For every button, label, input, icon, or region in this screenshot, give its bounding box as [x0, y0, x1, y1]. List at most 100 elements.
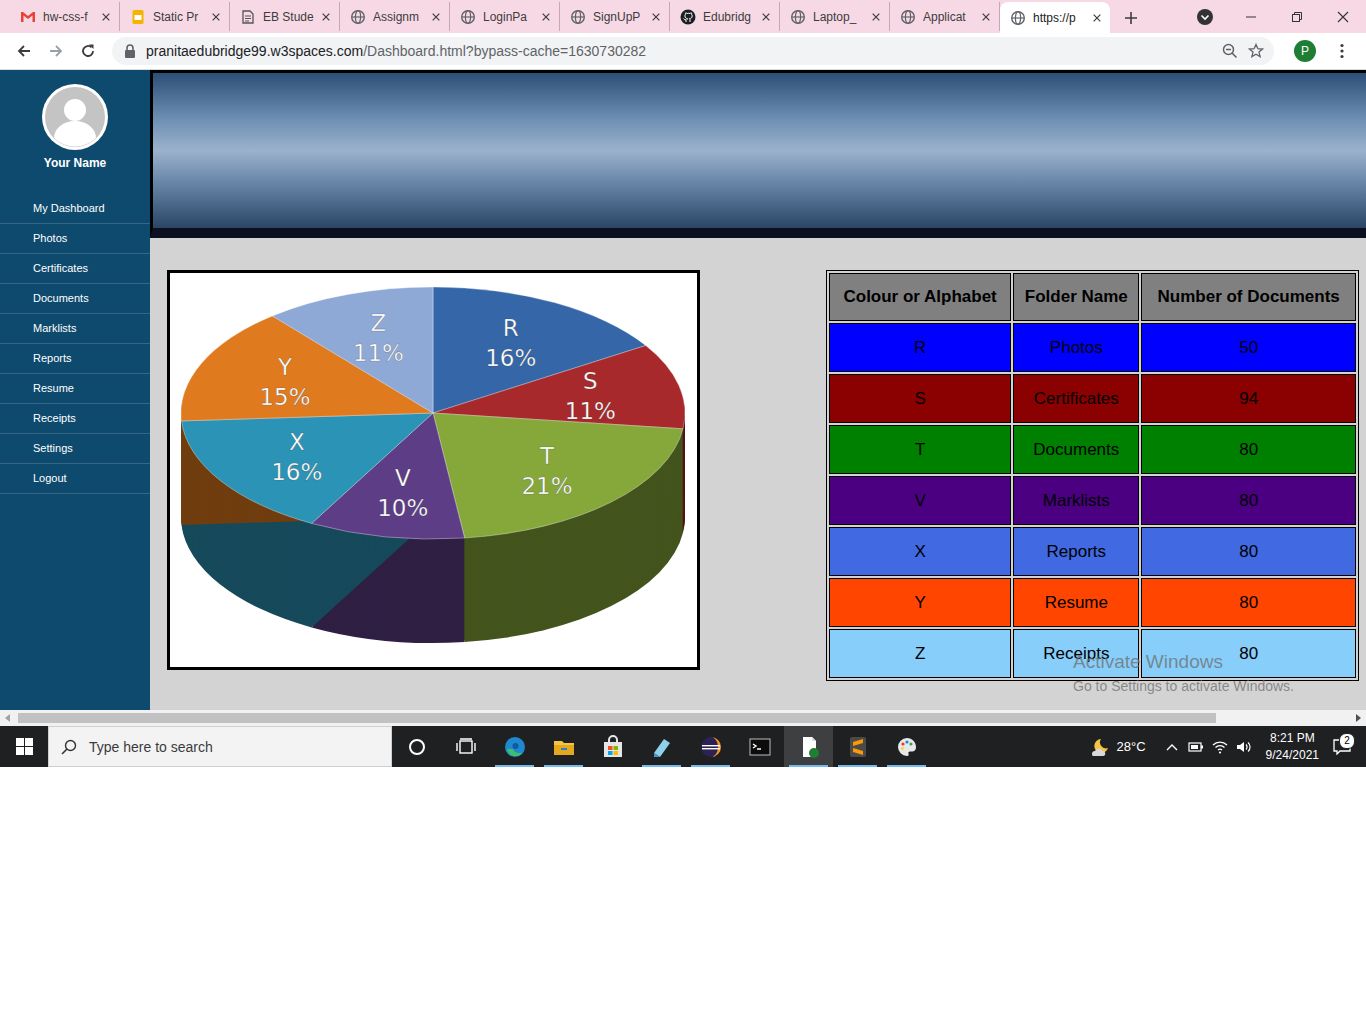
network-button[interactable]: [1208, 740, 1232, 754]
notes-icon: [650, 735, 674, 759]
taskbar-app[interactable]: [490, 726, 539, 767]
url-host: pranitaedubridge99.w3spaces.com: [146, 43, 363, 59]
browser-tab[interactable]: LoginPa: [450, 2, 560, 31]
watermark-subtitle: Go to Settings to activate Windows.: [1073, 678, 1294, 694]
taskbar-app[interactable]: [539, 726, 588, 767]
pie-chart-drawing: R16%S11%T21%V10%X16%Y15%Z11%: [170, 273, 697, 667]
taskbar-app[interactable]: [588, 726, 637, 767]
taskbar-app[interactable]: [882, 726, 931, 767]
table-cell: T: [829, 425, 1011, 474]
star-icon[interactable]: [1248, 43, 1264, 59]
tab-label: EB Stude: [263, 10, 314, 24]
close-icon[interactable]: [321, 12, 331, 22]
browser-tab[interactable]: hw-css-f: [10, 2, 120, 31]
tab-strip: hw-css-f Static Pr EB Stude AssignmLoginPaS…: [0, 0, 1366, 33]
sidebar-item[interactable]: Photos: [0, 224, 150, 254]
table-cell: Reports: [1013, 527, 1139, 576]
browser-tab[interactable]: Edubridg: [670, 2, 780, 31]
sidebar-item[interactable]: Logout: [0, 464, 150, 494]
browser-tab[interactable]: SignUpP: [560, 2, 670, 31]
table-cell: 80: [1141, 527, 1356, 576]
browser-tab[interactable]: https://p: [1000, 2, 1110, 33]
slice-percent: 10%: [377, 495, 428, 521]
sidebar-item[interactable]: Documents: [0, 284, 150, 314]
sidebar-item[interactable]: Resume: [0, 374, 150, 404]
sidebar-item[interactable]: Reports: [0, 344, 150, 374]
sidebar-item[interactable]: My Dashboard: [0, 194, 150, 224]
table-cell: 50: [1141, 323, 1356, 372]
close-icon[interactable]: [761, 12, 771, 22]
cortana-icon: [408, 738, 426, 756]
profile-button[interactable]: P: [1294, 40, 1316, 62]
start-button[interactable]: [0, 726, 48, 767]
taskbar-app[interactable]: [686, 726, 735, 767]
volume-button[interactable]: [1232, 740, 1256, 754]
battery-button[interactable]: [1184, 741, 1208, 753]
sidebar: Your Name My DashboardPhotosCertificatesD…: [0, 70, 150, 710]
cortana-button[interactable]: [392, 726, 441, 767]
menu-button[interactable]: [1326, 35, 1358, 67]
clock[interactable]: 8:21 PM9/24/2021: [1260, 730, 1325, 764]
lock-icon: [124, 44, 136, 58]
back-button[interactable]: [8, 35, 40, 67]
close-icon[interactable]: [211, 12, 221, 22]
taskbar-search[interactable]: Type here to search: [48, 726, 392, 767]
close-icon[interactable]: [541, 12, 551, 22]
table-row: TDocuments80: [829, 425, 1356, 474]
weather-widget[interactable]: 28°C: [1089, 737, 1146, 757]
minimize-icon: [1245, 11, 1257, 23]
url-field[interactable]: pranitaedubridge99.w3spaces.com/Dashboar…: [112, 37, 1274, 65]
taskbar-app[interactable]: [784, 726, 833, 767]
browser-tab[interactable]: EB Stude: [230, 2, 340, 31]
minimize-button[interactable]: [1228, 0, 1274, 33]
tab-label: https://p: [1033, 11, 1085, 25]
task-view-button[interactable]: [441, 726, 490, 767]
table-row: YResume80: [829, 578, 1356, 627]
forward-button[interactable]: [40, 35, 72, 67]
close-icon[interactable]: [651, 12, 661, 22]
tab-label: hw-css-f: [43, 10, 94, 24]
taskbar-app[interactable]: [833, 726, 882, 767]
taskbar-app[interactable]: [637, 726, 686, 767]
activation-watermark: Activate WindowsGo to Settings to activa…: [1073, 651, 1294, 694]
slice-label: R: [503, 315, 519, 341]
clock-time: 8:21 PM: [1270, 730, 1315, 747]
taskbar-app[interactable]: [735, 726, 784, 767]
sidebar-item[interactable]: Settings: [0, 434, 150, 464]
user-icon: [44, 86, 106, 148]
close-icon[interactable]: [101, 12, 111, 22]
explorer-icon: [552, 735, 576, 759]
browser-tab[interactable]: Laptop_: [780, 2, 890, 31]
notification-button[interactable]: 2: [1325, 739, 1359, 755]
user-name: Your Name: [0, 156, 150, 170]
running-indicator: [495, 765, 534, 767]
show-hidden-icons-button[interactable]: [1160, 743, 1184, 751]
browser-tab[interactable]: Assignm: [340, 2, 450, 31]
sidebar-item[interactable]: Marklists: [0, 314, 150, 344]
url-path: /Dashboard.html?bypass-cache=1630730282: [363, 43, 646, 59]
slice-percent: 16%: [271, 459, 322, 485]
sidebar-item[interactable]: Certificates: [0, 254, 150, 284]
tab-search-button[interactable]: [1182, 0, 1228, 33]
running-indicator: [887, 765, 926, 767]
browser-tab[interactable]: Applicat: [890, 2, 1000, 31]
scroll-thumb[interactable]: [18, 713, 1216, 723]
close-icon[interactable]: [1092, 13, 1102, 23]
zoom-out-icon[interactable]: [1222, 43, 1238, 59]
reload-button[interactable]: [72, 35, 104, 67]
browser-tab[interactable]: Static Pr: [120, 2, 230, 31]
close-button[interactable]: [1320, 0, 1366, 33]
scroll-left-button[interactable]: [0, 710, 16, 726]
slice-percent: 11%: [353, 340, 404, 366]
forward-arrow-icon: [48, 43, 64, 59]
slice-label: Y: [277, 354, 293, 380]
paint-icon: [895, 735, 919, 759]
close-icon[interactable]: [871, 12, 881, 22]
sidebar-item[interactable]: Receipts: [0, 404, 150, 434]
scroll-right-button[interactable]: [1350, 710, 1366, 726]
column-header: Folder Name: [1013, 273, 1139, 321]
restore-button[interactable]: [1274, 0, 1320, 33]
close-icon[interactable]: [431, 12, 441, 22]
plus-icon[interactable]: [1124, 11, 1138, 25]
close-icon[interactable]: [981, 12, 991, 22]
